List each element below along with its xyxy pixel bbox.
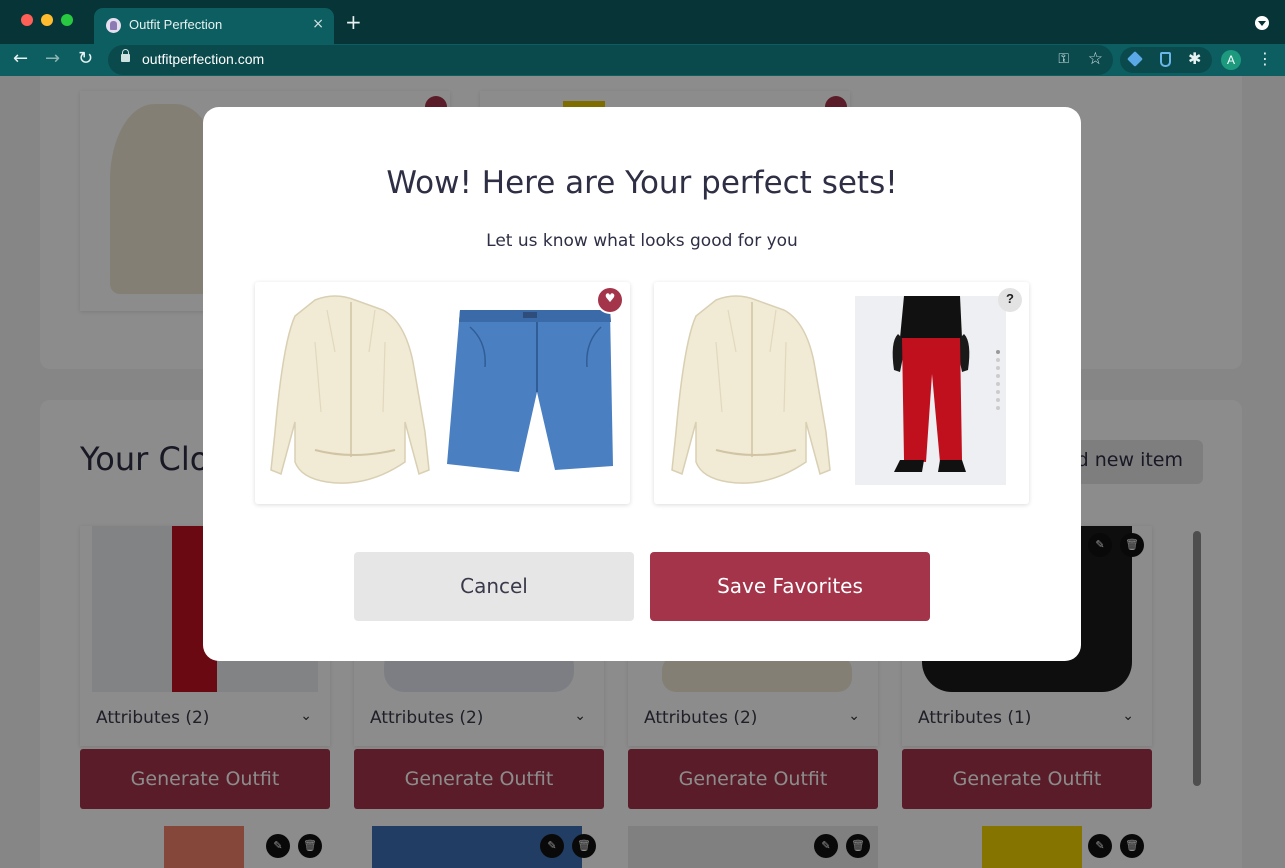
save-favorites-button[interactable]: Save Favorites [650, 552, 930, 621]
red-trousers-image [855, 296, 1006, 485]
modal-subtitle: Let us know what looks good for you [486, 231, 798, 251]
back-arrow-icon[interactable]: ← [13, 49, 28, 69]
blue-shorts-image [447, 310, 613, 472]
diamond-extension-icon[interactable] [1127, 51, 1143, 67]
browser-toolbar: ← → ↻ outfitperfection.com ⚿ ☆ ✱ A ⋮ [0, 44, 1285, 76]
outfit-set-card[interactable]: ♥ [255, 282, 630, 504]
browser-tab-active[interactable]: Outfit Perfection × [94, 8, 334, 44]
browser-menu-icon[interactable]: ⋮ [1257, 49, 1273, 68]
profile-avatar[interactable]: A [1221, 50, 1241, 70]
site-favicon-icon [106, 18, 121, 33]
cup-extension-icon[interactable] [1160, 52, 1171, 67]
favorite-heart-icon[interactable]: ♥ [598, 288, 622, 312]
window-close-button[interactable] [21, 14, 33, 26]
browser-tab-bar: Outfit Perfection × + [0, 0, 1285, 44]
modal-title: Wow! Here are Your perfect sets! [386, 165, 898, 201]
tab-title: Outfit Perfection [129, 17, 223, 32]
key-icon[interactable]: ⚿ [1058, 51, 1069, 67]
url-text[interactable]: outfitperfection.com [142, 51, 264, 67]
outfit-set-images [671, 295, 1006, 485]
unrated-question-icon[interactable]: ? [998, 288, 1022, 312]
tab-search-icon[interactable] [1255, 16, 1269, 30]
puzzle-extensions-icon[interactable]: ✱ [1188, 49, 1201, 68]
extensions-group: ✱ [1120, 47, 1212, 73]
outfit-set-images [270, 295, 613, 484]
new-tab-button[interactable]: + [345, 12, 362, 32]
bookmark-star-icon[interactable]: ☆ [1088, 49, 1103, 69]
outfit-set-card[interactable]: ? [654, 282, 1029, 504]
cancel-button[interactable]: Cancel [354, 552, 634, 621]
perfect-sets-modal: Wow! Here are Your perfect sets! Let us … [203, 107, 1081, 661]
blouse-image [671, 295, 831, 484]
window-zoom-button[interactable] [61, 14, 73, 26]
reload-icon[interactable]: ↻ [78, 49, 93, 69]
blouse-image [270, 295, 430, 484]
forward-arrow-icon[interactable]: → [45, 49, 60, 69]
window-minimize-button[interactable] [41, 14, 53, 26]
lock-icon[interactable] [121, 49, 130, 62]
tab-close-icon[interactable]: × [312, 16, 324, 32]
address-bar[interactable]: outfitperfection.com ⚿ ☆ [108, 45, 1113, 75]
